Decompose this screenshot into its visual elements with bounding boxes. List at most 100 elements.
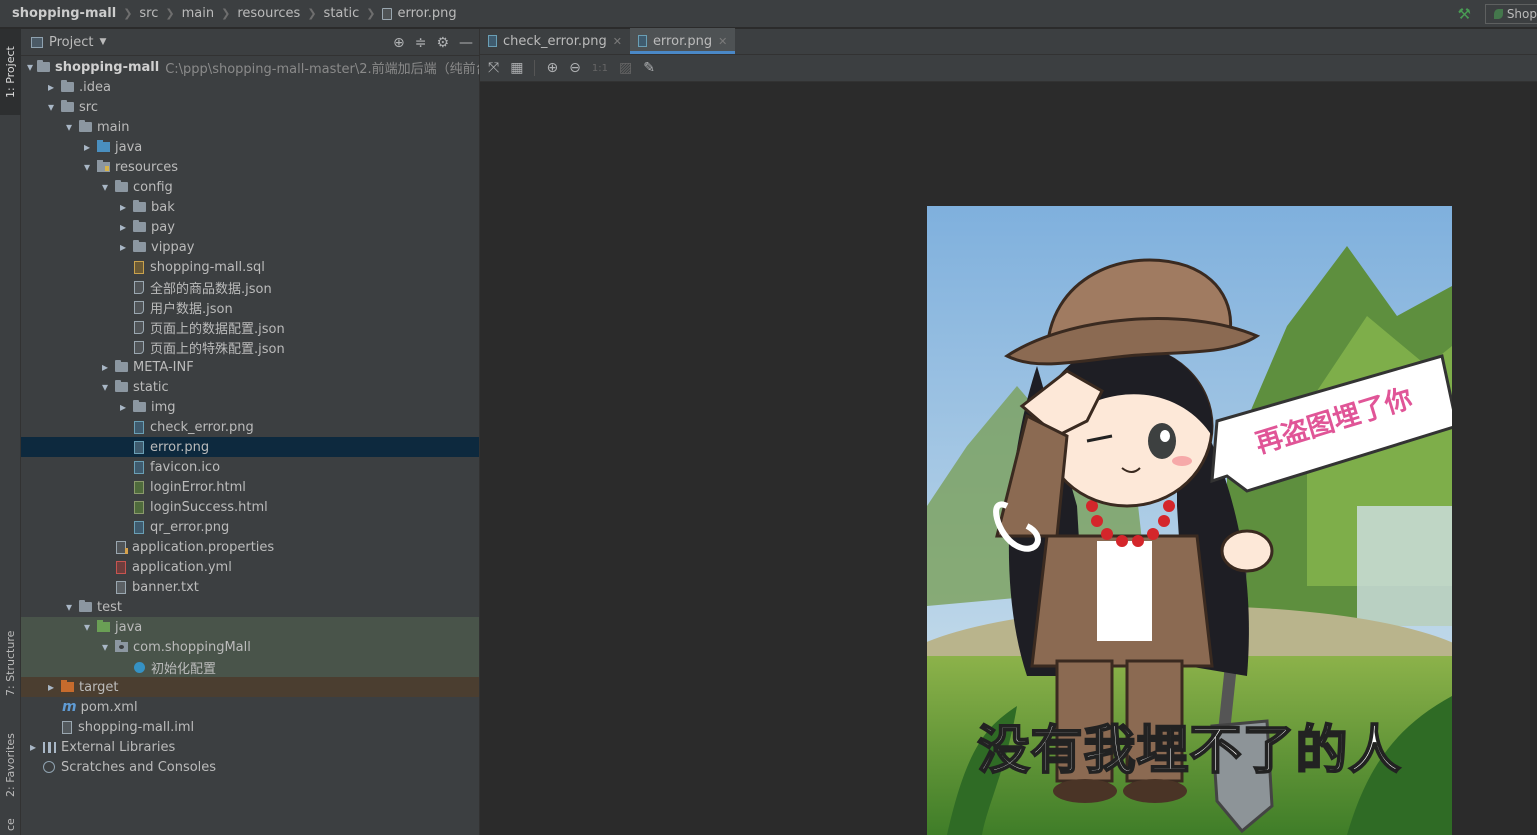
tree-item[interactable]: ▸check_error.png xyxy=(21,417,479,437)
tree-item[interactable]: ▾ resources xyxy=(21,157,479,177)
close-tab-icon[interactable]: ✕ xyxy=(718,35,727,48)
expanded-arrow-icon[interactable]: ▾ xyxy=(99,640,111,654)
view-dropdown-icon[interactable]: ▼ xyxy=(99,37,106,47)
tree-item[interactable]: ▾ main xyxy=(21,117,479,137)
run-configuration-selector[interactable]: Shop xyxy=(1485,4,1537,24)
tree-item[interactable]: ▸ java xyxy=(21,137,479,157)
tree-item[interactable]: ▾ src xyxy=(21,97,479,117)
breadcrumb-main[interactable]: main xyxy=(182,6,214,21)
tree-item[interactable]: ▸mpom.xml xyxy=(21,697,479,717)
tree-item[interactable]: ▸error.png xyxy=(21,437,479,457)
breadcrumb-separator-icon: ❯ xyxy=(221,7,231,20)
tree-item[interactable]: ▸ pay xyxy=(21,217,479,237)
tree-item-label: config xyxy=(133,179,173,195)
breadcrumb-file[interactable]: error.png xyxy=(397,6,456,21)
project-panel-tools: ⊕ ≑ ⚙ — xyxy=(393,29,473,56)
tool-tab-bottom[interactable]: ce xyxy=(0,815,21,835)
tree-item[interactable]: ▸shopping-mall.sql xyxy=(21,257,479,277)
image-file-icon xyxy=(382,7,393,20)
sql-icon xyxy=(134,260,144,274)
tree-item-label: check_error.png xyxy=(150,419,254,435)
tree-item[interactable]: ▸loginSuccess.html xyxy=(21,497,479,517)
expanded-arrow-icon[interactable]: ▾ xyxy=(99,380,111,394)
img-icon xyxy=(134,520,144,534)
gear-icon[interactable]: ⚙ xyxy=(436,35,449,51)
grid-icon[interactable]: ▦ xyxy=(510,60,523,76)
expanded-arrow-icon[interactable]: ▾ xyxy=(99,180,111,194)
build-hammer-icon[interactable]: ⚒ xyxy=(1458,5,1471,23)
tree-item-label: 页面上的特殊配置.json xyxy=(150,341,285,357)
collapsed-arrow-icon[interactable]: ▸ xyxy=(117,220,129,234)
expanded-arrow-icon[interactable]: ▾ xyxy=(45,100,57,114)
tree-item[interactable]: ▾ config xyxy=(21,177,479,197)
tree-item[interactable]: ▸qr_error.png xyxy=(21,517,479,537)
tree-item[interactable]: ▸用户数据.json xyxy=(21,297,479,317)
project-panel-title[interactable]: Project xyxy=(49,35,93,50)
breadcrumb-resources[interactable]: resources xyxy=(237,6,300,21)
tree-item[interactable]: ▸ bak xyxy=(21,197,479,217)
tree-item-label: img xyxy=(151,399,176,415)
tree-item[interactable]: ▸ target xyxy=(21,677,479,697)
collapsed-arrow-icon[interactable]: ▸ xyxy=(45,680,57,694)
zoom-out-icon[interactable]: ⊖ xyxy=(569,60,581,76)
tree-item[interactable]: ▸ META-INF xyxy=(21,357,479,377)
actual-size-button[interactable]: 1:1 xyxy=(592,63,608,74)
collapsed-arrow-icon[interactable]: ▸ xyxy=(99,360,111,374)
tree-item-label: error.png xyxy=(150,439,210,455)
tree-item[interactable]: ▸ .idea xyxy=(21,77,479,97)
editor-tab[interactable]: check_error.png ✕ xyxy=(480,28,630,54)
background-chessboard-icon[interactable]: ▨ xyxy=(619,60,632,76)
collapsed-arrow-icon[interactable]: ▸ xyxy=(117,200,129,214)
color-picker-icon[interactable]: ✎ xyxy=(643,60,655,76)
tool-tab-structure[interactable]: 7: Structure xyxy=(0,617,21,709)
tree-item[interactable]: ▸ img xyxy=(21,397,479,417)
tree-item-label: vippay xyxy=(151,239,195,255)
tree-item[interactable]: ▸shopping-mall.iml xyxy=(21,717,479,737)
tree-item[interactable]: ▸ External Libraries xyxy=(21,737,479,757)
locate-file-icon[interactable]: ⊕ xyxy=(393,35,405,51)
tool-tab-project[interactable]: 1: Project xyxy=(0,29,21,115)
expanded-arrow-icon[interactable]: ▾ xyxy=(27,60,33,74)
tree-item-label: application.properties xyxy=(132,539,275,555)
breadcrumb-src[interactable]: src xyxy=(139,6,158,21)
html-icon xyxy=(134,500,144,514)
close-tab-icon[interactable]: ✕ xyxy=(613,35,622,48)
collapse-all-icon[interactable]: ≑ xyxy=(415,35,427,51)
collapsed-arrow-icon[interactable]: ▸ xyxy=(117,400,129,414)
tree-item[interactable]: ▾ static xyxy=(21,377,479,397)
tree-item[interactable]: ▸初始化配置 xyxy=(21,657,479,677)
collapsed-arrow-icon[interactable]: ▸ xyxy=(117,240,129,254)
txt-icon xyxy=(116,580,126,594)
tree-item-label: 全部的商品数据.json xyxy=(150,281,272,297)
breadcrumb-static[interactable]: static xyxy=(324,6,360,21)
tree-item[interactable]: ▸页面上的数据配置.json xyxy=(21,317,479,337)
tree-item[interactable]: ▸loginError.html xyxy=(21,477,479,497)
tree-item[interactable]: ▸页面上的特殊配置.json xyxy=(21,337,479,357)
minimize-icon[interactable]: — xyxy=(459,35,473,51)
tree-item[interactable]: ▸ vippay xyxy=(21,237,479,257)
expanded-arrow-icon[interactable]: ▾ xyxy=(63,120,75,134)
tree-item[interactable]: ▸favicon.ico xyxy=(21,457,479,477)
collapsed-arrow-icon[interactable]: ▸ xyxy=(27,740,39,754)
breadcrumb-project[interactable]: shopping-mall xyxy=(12,6,116,21)
tree-item[interactable]: ▾ java xyxy=(21,617,479,637)
tree-item[interactable]: ▸全部的商品数据.json xyxy=(21,277,479,297)
collapsed-arrow-icon[interactable]: ▸ xyxy=(81,140,93,154)
tree-item[interactable]: ▸banner.txt xyxy=(21,577,479,597)
project-path: C:\ppp\shopping-mall-master\2.前端加后端（纯前台）… xyxy=(165,61,480,77)
tree-item[interactable]: ▾ shopping-mall C:\ppp\shopping-mall-maste… xyxy=(21,57,479,77)
fit-zoom-icon[interactable]: ⤧ xyxy=(488,60,499,76)
tree-item[interactable]: ▸Scratches and Consoles xyxy=(21,757,479,777)
expanded-arrow-icon[interactable]: ▾ xyxy=(63,600,75,614)
tree-item[interactable]: ▸application.properties xyxy=(21,537,479,557)
tree-item[interactable]: ▾ test xyxy=(21,597,479,617)
editor-tab[interactable]: error.png ✕ xyxy=(629,28,736,54)
collapsed-arrow-icon[interactable]: ▸ xyxy=(45,80,57,94)
folder-icon xyxy=(61,100,74,112)
zoom-in-icon[interactable]: ⊕ xyxy=(546,60,558,76)
tool-tab-favorites[interactable]: 2: Favorites xyxy=(0,717,21,813)
tree-item[interactable]: ▾ com.shoppingMall xyxy=(21,637,479,657)
tree-item[interactable]: ▸application.yml xyxy=(21,557,479,577)
expanded-arrow-icon[interactable]: ▾ xyxy=(81,160,93,174)
expanded-arrow-icon[interactable]: ▾ xyxy=(81,620,93,634)
